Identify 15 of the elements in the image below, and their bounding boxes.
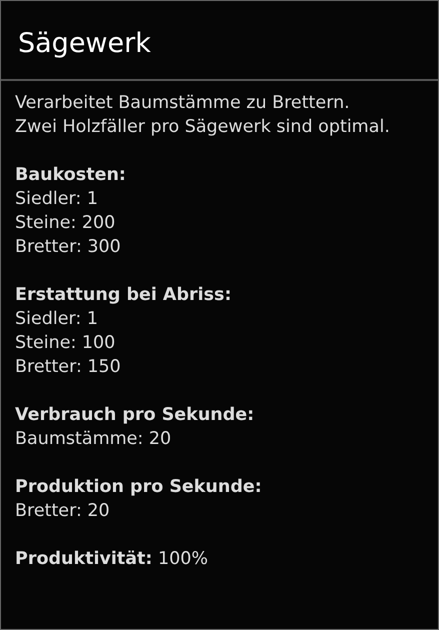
- section-heading: Verbrauch pro Sekunde:: [15, 404, 254, 427]
- value-text: Siedler: 1: [15, 188, 98, 211]
- value-text: Bretter: 150: [15, 356, 121, 379]
- value-text: Siedler: 1: [15, 308, 98, 331]
- dialog-title: Sägewerk: [1, 1, 438, 81]
- value-text: Bretter: 20: [15, 500, 110, 523]
- description-text: Verarbeitet Baumstämme zu Brettern. Zwei Holzfäller pro Sägewerk sind optimal.: [15, 92, 391, 139]
- section-heading: Baukosten:: [15, 164, 126, 187]
- value-text: Bretter: 300: [15, 236, 121, 259]
- section-heading: Erstattung bei Abriss:: [15, 284, 232, 307]
- section-heading: Produktion pro Sekunde:: [15, 476, 262, 499]
- value-text: Baumstämme: 20: [15, 428, 172, 451]
- value-text: Steine: 200: [15, 212, 116, 235]
- productivity-text: Produktivität: 100%: [15, 548, 208, 571]
- value-text: Steine: 100: [15, 332, 116, 355]
